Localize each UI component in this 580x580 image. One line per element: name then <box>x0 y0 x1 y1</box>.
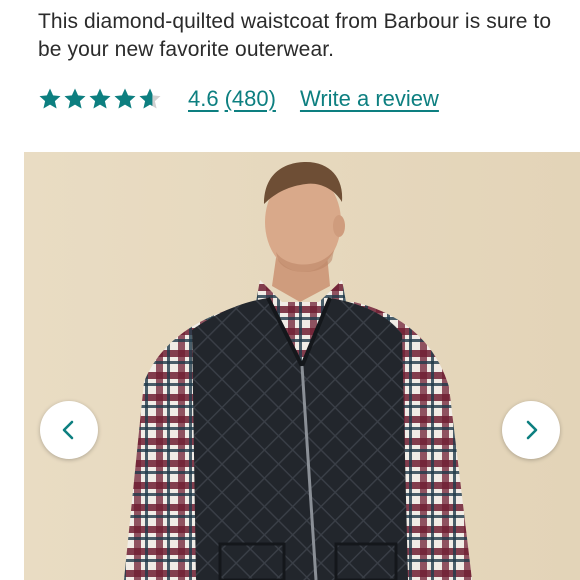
next-image-button[interactable] <box>502 401 560 459</box>
star-rating <box>38 87 162 111</box>
product-photo <box>24 152 580 580</box>
write-review-link[interactable]: Write a review <box>300 86 439 112</box>
product-description: This diamond-quilted waistcoat from Barb… <box>38 10 552 61</box>
star-icon <box>89 88 111 109</box>
review-count: (480) <box>224 86 276 111</box>
product-image-carousel[interactable] <box>24 152 580 580</box>
rating-summary-link[interactable]: 4.6 (480) <box>188 86 276 112</box>
chevron-right-icon <box>526 420 538 440</box>
star-icon <box>39 88 61 109</box>
star-icon <box>114 88 136 109</box>
rating-value: 4.6 <box>188 86 219 111</box>
rating-row: 4.6 (480) Write a review <box>38 82 439 116</box>
chevron-left-icon <box>62 420 74 440</box>
star-icon <box>64 88 86 109</box>
partial-star-icon <box>139 88 161 109</box>
product-page: This diamond-quilted waistcoat from Barb… <box>0 0 580 580</box>
previous-image-button[interactable] <box>40 401 98 459</box>
